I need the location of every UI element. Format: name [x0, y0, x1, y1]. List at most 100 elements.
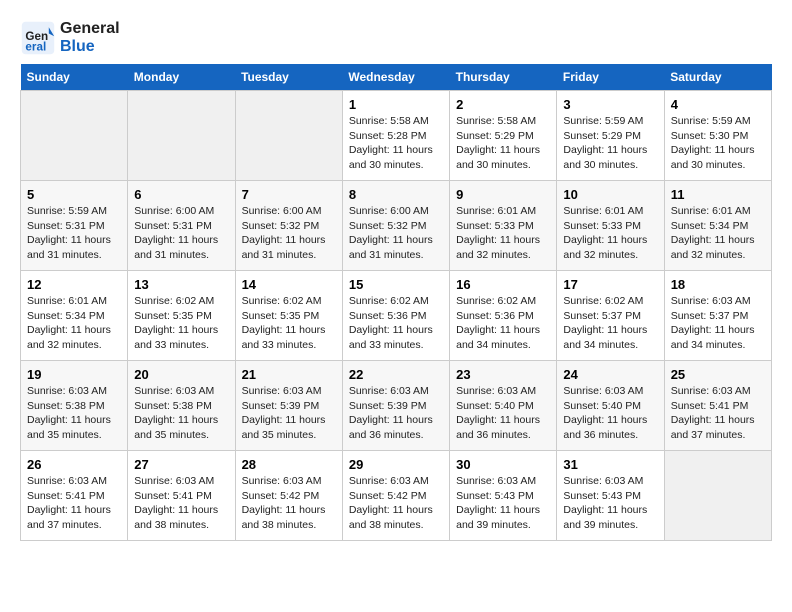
- daylight-text: Daylight: 11 hours and 39 minutes.: [456, 504, 540, 531]
- day-info: Sunrise: 6:01 AMSunset: 5:33 PMDaylight:…: [456, 204, 550, 263]
- calendar-cell: 9Sunrise: 6:01 AMSunset: 5:33 PMDaylight…: [450, 181, 557, 271]
- daylight-text: Daylight: 11 hours and 38 minutes.: [349, 504, 433, 531]
- calendar-cell: [664, 451, 771, 541]
- calendar-cell: 17Sunrise: 6:02 AMSunset: 5:37 PMDayligh…: [557, 271, 664, 361]
- sunset-text: Sunset: 5:32 PM: [349, 220, 427, 232]
- day-info: Sunrise: 6:03 AMSunset: 5:39 PMDaylight:…: [349, 384, 443, 443]
- calendar-cell: 20Sunrise: 6:03 AMSunset: 5:38 PMDayligh…: [128, 361, 235, 451]
- day-number: 27: [134, 457, 228, 472]
- daylight-text: Daylight: 11 hours and 34 minutes.: [671, 324, 755, 351]
- calendar-cell: 28Sunrise: 6:03 AMSunset: 5:42 PMDayligh…: [235, 451, 342, 541]
- day-number: 30: [456, 457, 550, 472]
- sunrise-text: Sunrise: 6:02 AM: [456, 295, 536, 307]
- day-number: 3: [563, 97, 657, 112]
- day-number: 25: [671, 367, 765, 382]
- calendar-cell: 18Sunrise: 6:03 AMSunset: 5:37 PMDayligh…: [664, 271, 771, 361]
- day-info: Sunrise: 5:58 AMSunset: 5:29 PMDaylight:…: [456, 114, 550, 173]
- day-info: Sunrise: 6:02 AMSunset: 5:35 PMDaylight:…: [134, 294, 228, 353]
- sunset-text: Sunset: 5:40 PM: [563, 400, 641, 412]
- sunset-text: Sunset: 5:41 PM: [671, 400, 749, 412]
- day-number: 1: [349, 97, 443, 112]
- calendar-cell: 4 Sunrise: 5:59 AMSunset: 5:30 PMDaylight…: [664, 91, 771, 181]
- calendar-week-3: 12 Sunrise: 6:01 AM Sunset: 5:34 PM Dayligh…: [21, 271, 772, 361]
- sunset-text: Sunset: 5:28 PM: [349, 130, 427, 142]
- day-info: Sunrise: 6:02 AMSunset: 5:35 PMDaylight:…: [242, 294, 336, 353]
- sunrise-text: Sunrise: 6:03 AM: [456, 475, 536, 487]
- sunrise-text: Sunrise: 6:01 AM: [27, 295, 107, 307]
- daylight-text: Daylight: 11 hours and 33 minutes.: [134, 324, 218, 351]
- sunset-text: Sunset: 5:39 PM: [349, 400, 427, 412]
- day-info: Sunrise: 6:01 AMSunset: 5:34 PMDaylight:…: [671, 204, 765, 263]
- calendar-header: SundayMondayTuesdayWednesdayThursdayFrid…: [21, 64, 772, 91]
- sunrise-text: Sunrise: 6:03 AM: [456, 385, 536, 397]
- daylight-text: Daylight: 11 hours and 32 minutes.: [563, 234, 647, 261]
- logo-general: General: [60, 20, 120, 37]
- day-info: Sunrise: 6:03 AMSunset: 5:40 PMDaylight:…: [456, 384, 550, 443]
- svg-text:eral: eral: [25, 41, 46, 54]
- sunrise-text: Sunrise: 5:58 AM: [349, 115, 429, 127]
- calendar-cell: 19Sunrise: 6:03 AMSunset: 5:38 PMDayligh…: [21, 361, 128, 451]
- sunset-text: Sunset: 5:41 PM: [134, 490, 212, 502]
- day-info: Sunrise: 6:02 AMSunset: 5:36 PMDaylight:…: [349, 294, 443, 353]
- calendar-cell: 25 Sunrise: 6:03 AM Sunset: 5:41 PM Dayligh…: [664, 361, 771, 451]
- daylight-text: Daylight: 11 hours and 32 minutes.: [27, 324, 111, 351]
- calendar-cell: 11Sunrise: 6:01 AMSunset: 5:34 PMDayligh…: [664, 181, 771, 271]
- calendar-cell: [235, 91, 342, 181]
- sunrise-text: Sunrise: 6:01 AM: [671, 205, 751, 217]
- daylight-text: Daylight: 11 hours and 32 minutes.: [456, 234, 540, 261]
- day-number: 14: [242, 277, 336, 292]
- day-info: Sunrise: 5:59 AMSunset: 5:30 PMDaylight:…: [671, 114, 765, 173]
- header: Gen eral General Blue: [20, 20, 772, 56]
- calendar-cell: 8Sunrise: 6:00 AMSunset: 5:32 PMDaylight…: [342, 181, 449, 271]
- day-number: 4: [671, 97, 765, 112]
- calendar-cell: 22 Sunrise: 6:03 AMSunset: 5:39 PMDayligh…: [342, 361, 449, 451]
- day-number: 22: [349, 367, 443, 382]
- day-info: Sunrise: 6:01 AM Sunset: 5:34 PM Daylight:…: [27, 294, 121, 353]
- calendar-cell: 14 Sunrise: 6:02 AMSunset: 5:35 PMDayligh…: [235, 271, 342, 361]
- day-number: 8: [349, 187, 443, 202]
- sunrise-text: Sunrise: 6:03 AM: [242, 475, 322, 487]
- calendar-cell: 2Sunrise: 5:58 AMSunset: 5:29 PMDaylight…: [450, 91, 557, 181]
- day-info: Sunrise: 5:58 AM Sunset: 5:28 PM Daylight:…: [349, 114, 443, 173]
- calendar-cell: 10Sunrise: 6:01 AMSunset: 5:33 PMDayligh…: [557, 181, 664, 271]
- daylight-text: Daylight: 11 hours and 30 minutes.: [671, 144, 755, 171]
- day-number: 20: [134, 367, 228, 382]
- daylight-text: Daylight: 11 hours and 37 minutes.: [671, 414, 755, 441]
- daylight-text: Daylight: 11 hours and 30 minutes.: [349, 144, 433, 171]
- sunrise-text: Sunrise: 5:59 AM: [563, 115, 643, 127]
- day-info: Sunrise: 6:02 AMSunset: 5:37 PMDaylight:…: [563, 294, 657, 353]
- daylight-text: Daylight: 11 hours and 34 minutes.: [456, 324, 540, 351]
- sunrise-text: Sunrise: 6:00 AM: [134, 205, 214, 217]
- day-info: Sunrise: 6:03 AM Sunset: 5:43 PM Daylight:…: [456, 474, 550, 533]
- sunrise-text: Sunrise: 6:03 AM: [134, 385, 214, 397]
- day-number: 12: [27, 277, 121, 292]
- calendar-cell: [128, 91, 235, 181]
- daylight-text: Daylight: 11 hours and 37 minutes.: [27, 504, 111, 531]
- sunset-text: Sunset: 5:29 PM: [456, 130, 534, 142]
- daylight-text: Daylight: 11 hours and 30 minutes.: [456, 144, 540, 171]
- sunset-text: Sunset: 5:42 PM: [242, 490, 320, 502]
- calendar-cell: 13Sunrise: 6:02 AMSunset: 5:35 PMDayligh…: [128, 271, 235, 361]
- sunrise-text: Sunrise: 6:03 AM: [134, 475, 214, 487]
- sunset-text: Sunset: 5:40 PM: [456, 400, 534, 412]
- daylight-text: Daylight: 11 hours and 35 minutes.: [134, 414, 218, 441]
- page-container: Gen eral General Blue SundayMondayTuesda…: [0, 0, 792, 551]
- sunrise-text: Sunrise: 6:02 AM: [134, 295, 214, 307]
- weekday-header-sunday: Sunday: [21, 64, 128, 91]
- sunset-text: Sunset: 5:34 PM: [27, 310, 105, 322]
- sunrise-text: Sunrise: 6:03 AM: [242, 385, 322, 397]
- day-info: Sunrise: 5:59 AMSunset: 5:29 PMDaylight:…: [563, 114, 657, 173]
- sunrise-text: Sunrise: 6:01 AM: [456, 205, 536, 217]
- sunrise-text: Sunrise: 6:00 AM: [242, 205, 322, 217]
- day-number: 26: [27, 457, 121, 472]
- calendar-cell: 24Sunrise: 6:03 AMSunset: 5:40 PMDayligh…: [557, 361, 664, 451]
- logo-text-block: General Blue: [60, 20, 120, 55]
- sunrise-text: Sunrise: 6:03 AM: [671, 385, 751, 397]
- calendar-cell: 16Sunrise: 6:02 AMSunset: 5:36 PMDayligh…: [450, 271, 557, 361]
- sunset-text: Sunset: 5:43 PM: [456, 490, 534, 502]
- daylight-text: Daylight: 11 hours and 31 minutes.: [134, 234, 218, 261]
- day-number: 24: [563, 367, 657, 382]
- sunset-text: Sunset: 5:29 PM: [563, 130, 641, 142]
- calendar-cell: 1 Sunrise: 5:58 AM Sunset: 5:28 PM Daylight…: [342, 91, 449, 181]
- day-number: 31: [563, 457, 657, 472]
